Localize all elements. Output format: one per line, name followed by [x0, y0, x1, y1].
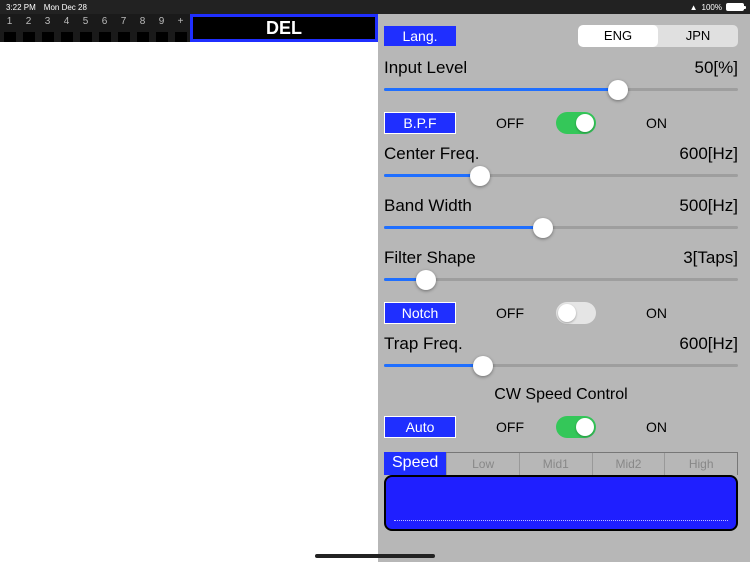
battery-icon: [726, 3, 744, 11]
lang-badge: Lang.: [384, 26, 456, 46]
auto-switch[interactable]: [556, 416, 596, 438]
num-plus[interactable]: +: [172, 16, 190, 27]
bpf-switch[interactable]: [556, 112, 596, 134]
band-width-value: 500[Hz]: [679, 196, 738, 216]
filter-shape-label: Filter Shape: [384, 248, 476, 268]
center-freq-label: Center Freq.: [384, 144, 479, 164]
input-level-slider[interactable]: [384, 80, 738, 100]
auto-on-label: ON: [646, 419, 706, 435]
del-button[interactable]: DEL: [190, 14, 378, 42]
filter-shape-value: 3[Taps]: [683, 248, 738, 268]
cw-speed-title: CW Speed Control: [384, 386, 738, 404]
filter-shape-slider[interactable]: [384, 270, 738, 290]
speed-tab-high[interactable]: High: [664, 453, 737, 475]
decode-text-area[interactable]: [0, 42, 378, 562]
trap-freq-value: 600[Hz]: [679, 334, 738, 354]
home-indicator[interactable]: [315, 554, 435, 558]
left-panel: 1 2 3 4 5 6 7 8 9 + DEL: [0, 14, 378, 562]
auto-off-label: OFF: [496, 419, 556, 435]
num-3[interactable]: 3: [39, 16, 57, 27]
settings-panel: Lang. ENG JPN Input Level 50[%] B.P.F OF…: [378, 14, 750, 562]
input-level-label: Input Level: [384, 58, 467, 78]
speed-tabs[interactable]: Low Mid1 Mid2 High: [446, 452, 738, 475]
band-width-label: Band Width: [384, 196, 472, 216]
status-time: 3:22 PM: [6, 3, 36, 12]
speed-tab-low[interactable]: Low: [446, 453, 519, 475]
speed-tab-mid1[interactable]: Mid1: [519, 453, 592, 475]
input-level-value: 50[%]: [695, 58, 738, 78]
lang-jpn[interactable]: JPN: [658, 25, 738, 47]
num-7[interactable]: 7: [115, 16, 133, 27]
center-freq-slider[interactable]: [384, 166, 738, 186]
speed-badge: Speed: [384, 452, 446, 475]
notch-switch[interactable]: [556, 302, 596, 324]
num-1[interactable]: 1: [1, 16, 19, 27]
num-6[interactable]: 6: [96, 16, 114, 27]
trap-freq-label: Trap Freq.: [384, 334, 463, 354]
status-bar: 3:22 PM Mon Dec 28 ▲ 100%: [0, 0, 750, 14]
notch-on-label: ON: [646, 305, 706, 321]
trap-freq-slider[interactable]: [384, 356, 738, 376]
number-strip[interactable]: 1 2 3 4 5 6 7 8 9 +: [0, 14, 190, 42]
battery-pct: 100%: [702, 3, 722, 12]
center-freq-value: 600[Hz]: [679, 144, 738, 164]
num-5[interactable]: 5: [77, 16, 95, 27]
notch-off-label: OFF: [496, 305, 556, 321]
num-8[interactable]: 8: [134, 16, 152, 27]
num-4[interactable]: 4: [58, 16, 76, 27]
bpf-badge: B.P.F: [384, 112, 456, 134]
auto-badge: Auto: [384, 416, 456, 438]
lang-segment[interactable]: ENG JPN: [578, 25, 738, 47]
speed-display: [384, 475, 738, 531]
wifi-icon: ▲: [690, 3, 698, 12]
notch-badge: Notch: [384, 302, 456, 324]
band-width-slider[interactable]: [384, 218, 738, 238]
num-2[interactable]: 2: [20, 16, 38, 27]
num-9[interactable]: 9: [153, 16, 171, 27]
bpf-on-label: ON: [646, 115, 706, 131]
status-date: Mon Dec 28: [44, 3, 87, 12]
speed-tab-mid2[interactable]: Mid2: [592, 453, 665, 475]
lang-eng[interactable]: ENG: [578, 25, 658, 47]
bpf-off-label: OFF: [496, 115, 556, 131]
